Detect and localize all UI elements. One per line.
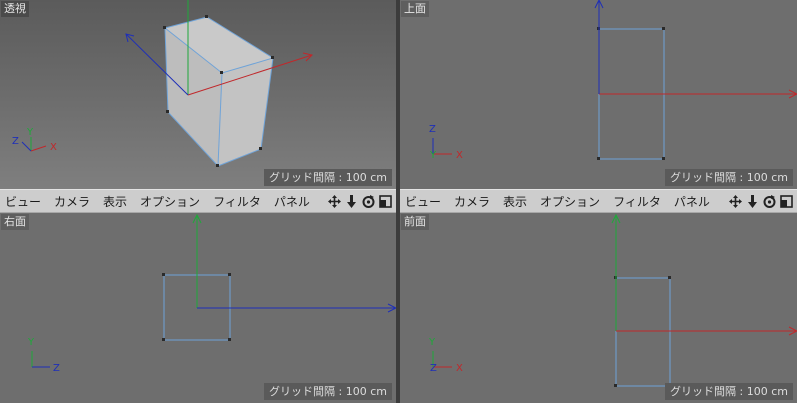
gizmo-label-z: Z: [429, 124, 436, 135]
dolly-view-icon[interactable]: [745, 194, 760, 209]
viewport-title: 透視: [1, 1, 29, 17]
rotate-view-icon[interactable]: [361, 194, 376, 209]
menu-filter[interactable]: フィルタ: [208, 193, 269, 210]
viewport-right[interactable]: Y Z 右面 グリッド間隔 : 100 cm: [0, 213, 396, 403]
grid-spacing-label: グリッド間隔 : 100 cm: [665, 383, 793, 400]
viewport-top[interactable]: Z Y X 上面 グリッド間隔 : 100 cm: [400, 0, 797, 189]
viewport-title: 前面: [401, 214, 429, 230]
gizmo-label-x: X: [50, 142, 57, 153]
viewport-menubar-left: ビュー カメラ 表示 オプション フィルタ パネル: [0, 189, 396, 213]
gizmo-label-y: Y: [428, 337, 436, 348]
viewport-perspective[interactable]: Y Z X 透視 グリッド間隔 : 100 cm: [0, 0, 396, 189]
grid-spacing-label: グリッド間隔 : 100 cm: [665, 169, 793, 186]
menu-options[interactable]: オプション: [535, 193, 608, 210]
viewport-title: 上面: [401, 1, 429, 17]
menu-view[interactable]: ビュー: [0, 193, 49, 210]
gizmo-label-z: Z: [430, 363, 437, 374]
menu-options[interactable]: オプション: [135, 193, 208, 210]
gizmo-label-z: Z: [53, 363, 60, 374]
gizmo-label-z: Z: [12, 136, 19, 147]
viewport-splitter[interactable]: [396, 0, 400, 403]
axis-gizmo: [21, 137, 47, 152]
gizmo-label-y: Y: [26, 127, 34, 138]
menu-display[interactable]: 表示: [498, 193, 535, 210]
gizmo-label-x: X: [456, 363, 463, 374]
toggle-layout-icon[interactable]: [378, 194, 393, 209]
move-view-icon[interactable]: [327, 194, 342, 209]
grid-spacing-label: グリッド間隔 : 100 cm: [264, 169, 392, 186]
right-scene: Y Z: [27, 213, 396, 374]
menu-display[interactable]: 表示: [98, 193, 135, 210]
menu-panel[interactable]: パネル: [269, 193, 318, 210]
grid-spacing-label: グリッド間隔 : 100 cm: [264, 383, 392, 400]
viewport-front[interactable]: Y Z X 前面 グリッド間隔 : 100 cm: [400, 213, 797, 403]
object-outline: [615, 277, 671, 387]
rotate-view-icon[interactable]: [762, 194, 777, 209]
menu-camera[interactable]: カメラ: [449, 193, 498, 210]
menu-filter[interactable]: フィルタ: [608, 193, 669, 210]
front-scene: Y Z X: [428, 213, 797, 387]
gizmo-label-x: X: [456, 150, 463, 161]
viewport-title: 右面: [1, 214, 29, 230]
menu-view[interactable]: ビュー: [400, 193, 449, 210]
view-navigation-tools: [327, 194, 396, 209]
move-view-icon[interactable]: [728, 194, 743, 209]
box-front-face: [218, 58, 273, 166]
gizmo-label-y: Y: [27, 337, 35, 348]
viewport-menubar-right: ビュー カメラ 表示 オプション フィルタ パネル: [400, 189, 797, 213]
perspective-scene: Y Z X: [12, 0, 313, 167]
dolly-view-icon[interactable]: [344, 194, 359, 209]
gizmo-label-y: Y: [429, 150, 437, 161]
view-navigation-tools: [728, 194, 797, 209]
axis-gizmo: [31, 351, 50, 368]
toggle-layout-icon[interactable]: [779, 194, 794, 209]
menu-panel[interactable]: パネル: [669, 193, 718, 210]
menu-camera[interactable]: カメラ: [49, 193, 98, 210]
top-scene: Z Y X: [429, 0, 797, 161]
